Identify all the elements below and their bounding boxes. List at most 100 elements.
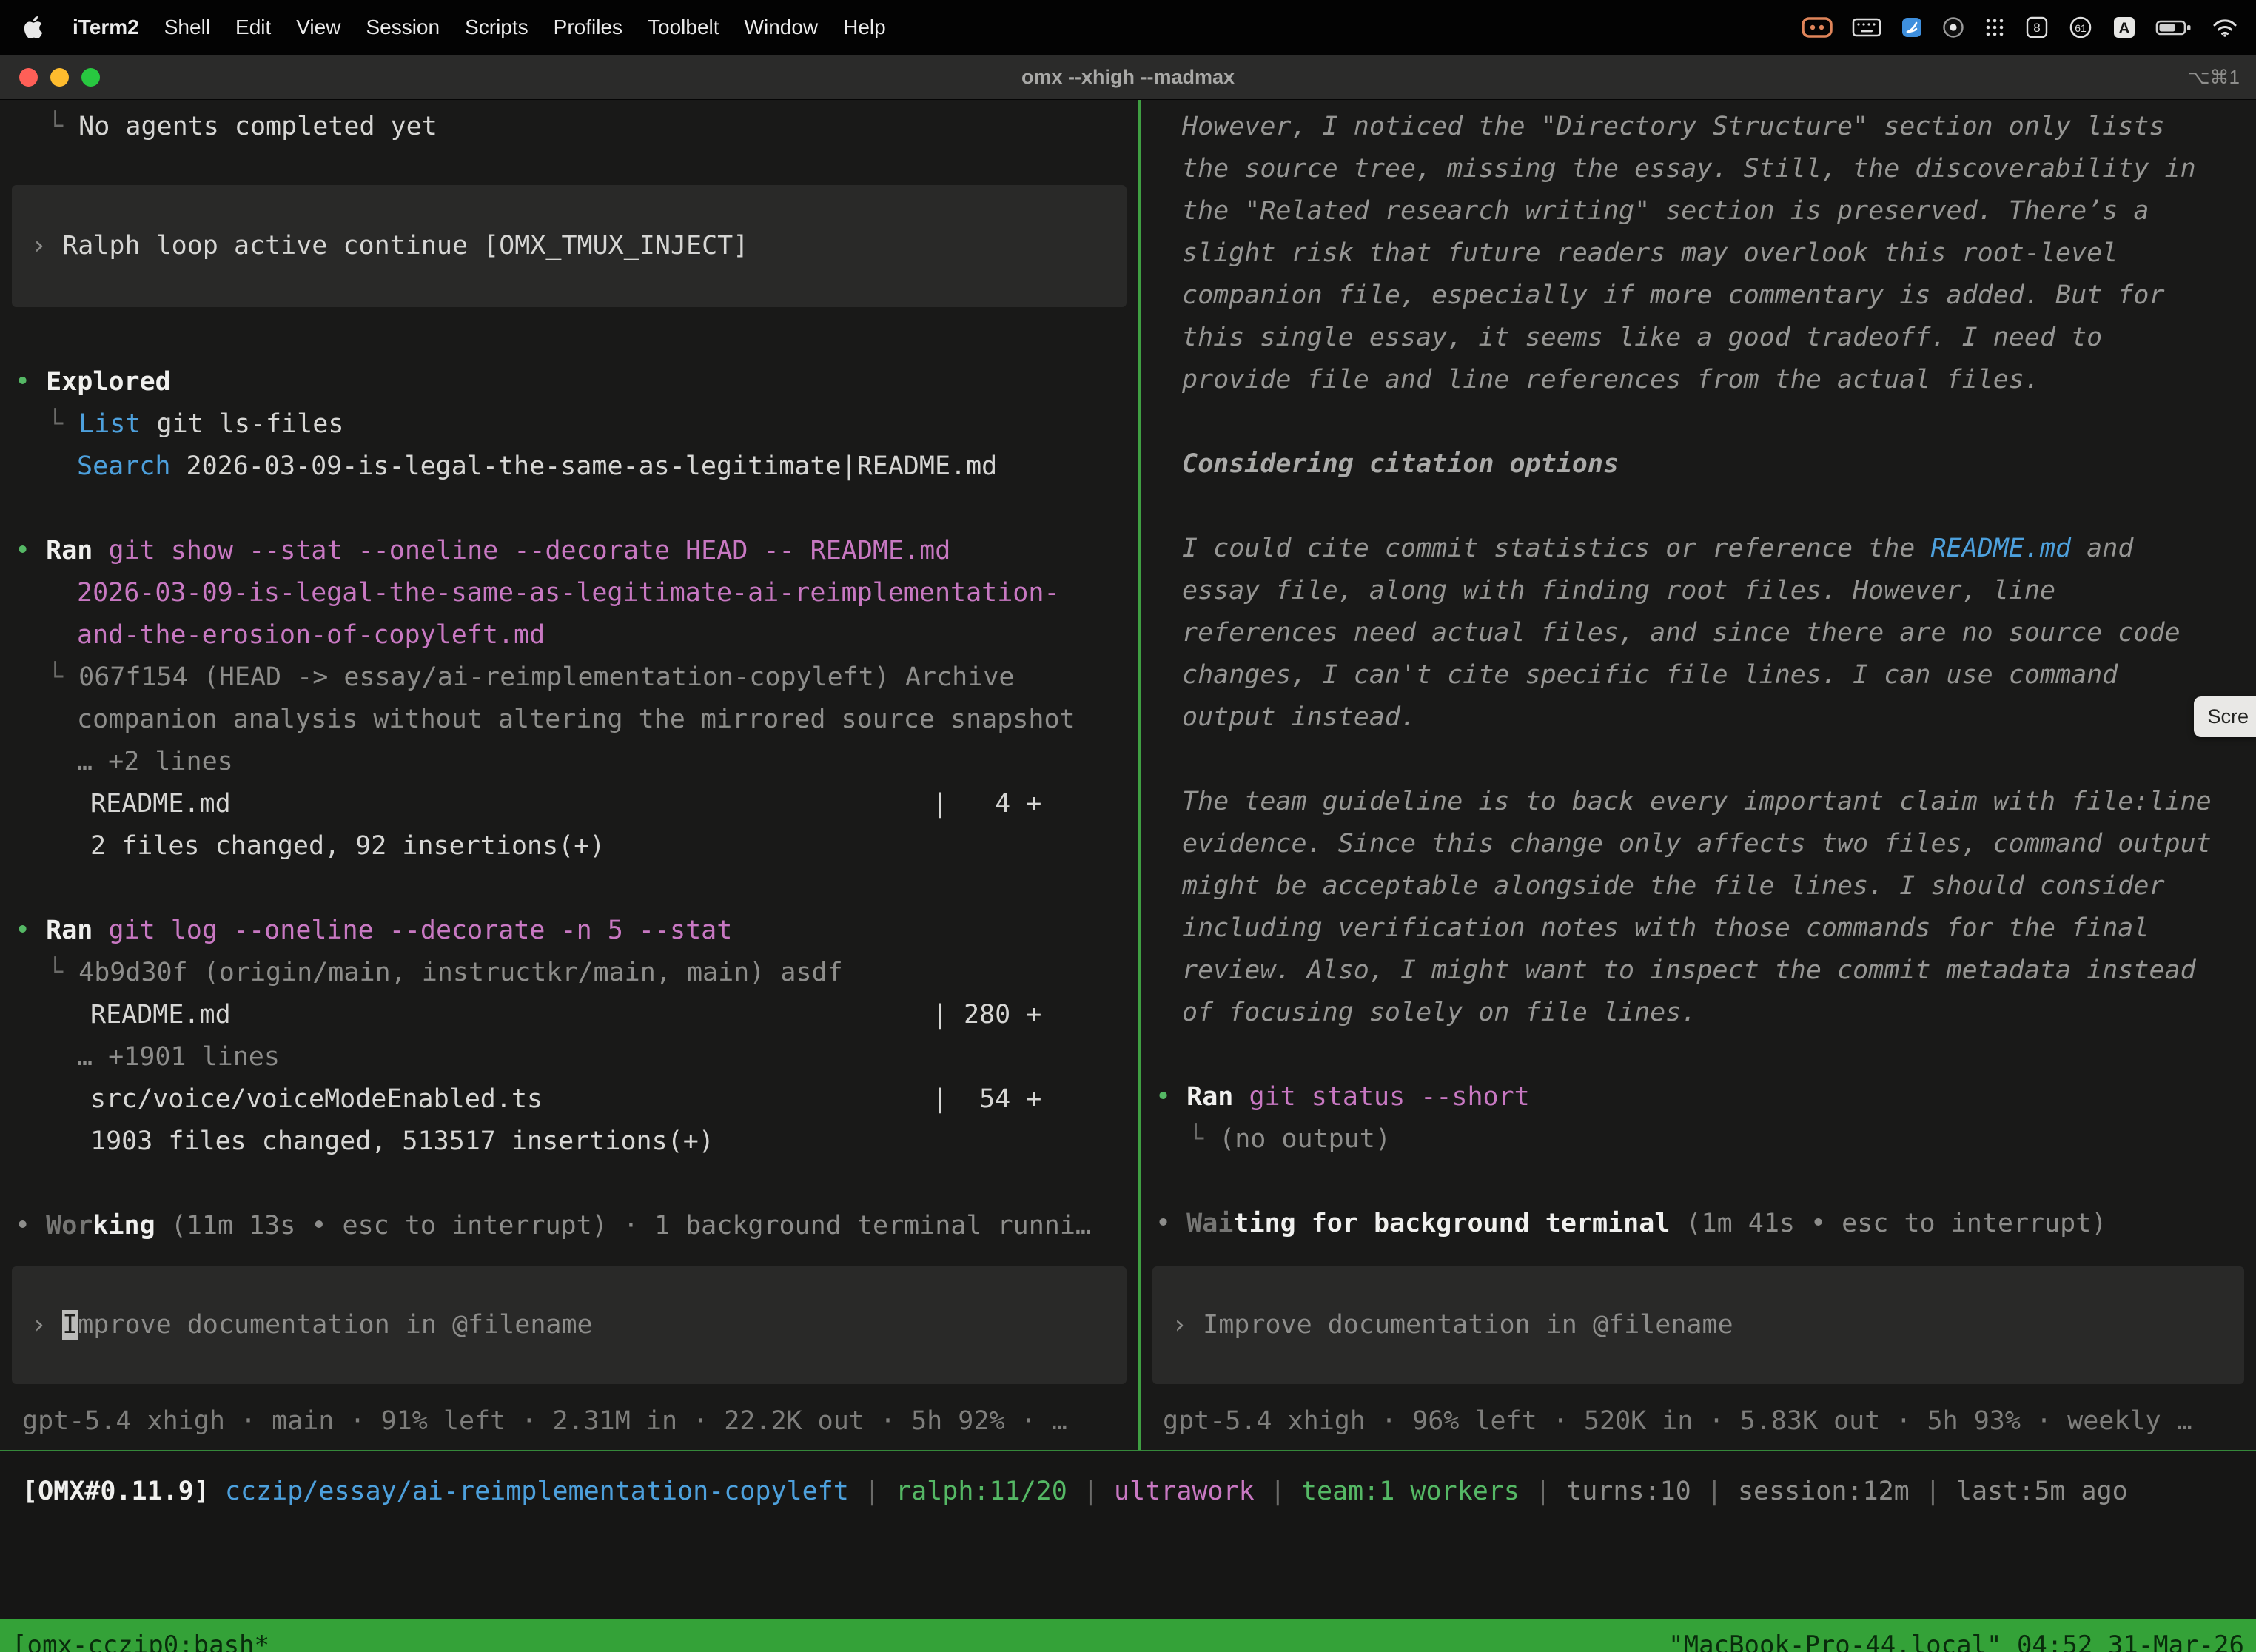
key-8-icon[interactable]: 8 <box>2025 16 2049 39</box>
menu-item-help[interactable]: Help <box>843 16 886 39</box>
text-segment: 2 files changed, 92 insertions(+) <box>90 831 605 861</box>
text-segment: of focusing solely on file lines. <box>1182 998 1696 1027</box>
terminal-line: output instead. <box>1141 696 2256 739</box>
inject-banner: › Ralph loop active continue [OMX_TMUX_I… <box>12 185 1127 307</box>
screen-recording-icon[interactable] <box>1802 16 1833 38</box>
menu-bar: iTerm2 Shell Edit View Session Scripts Profile… <box>0 0 2256 55</box>
text-segment: List <box>78 409 141 439</box>
text-segment: 067f154 (HEAD -> essay/ai-reimplementati… <box>78 662 1014 692</box>
screen-share-popover[interactable]: Scre <box>2194 696 2256 737</box>
terminal-line <box>0 867 1138 910</box>
apps-grid-icon[interactable] <box>1984 16 2006 38</box>
text-segment: output instead. <box>1182 702 1416 732</box>
text-segment: | <box>1255 1477 1301 1506</box>
text-segment: 4b9d30f (origin/main, instructkr/main, m… <box>78 958 843 987</box>
battery-icon[interactable] <box>2155 17 2192 38</box>
text-segment: [OMX#0.11.9] <box>22 1477 225 1506</box>
prompt-input-right[interactable]: › Improve documentation in @filename <box>1152 1266 2244 1384</box>
prompt-input-left[interactable]: › Improve documentation in @filename <box>12 1266 1127 1384</box>
text-segment: 2026-03-09-is-legal-the-same-as-legitima… <box>170 451 997 481</box>
terminal-line: changes, I can't cite specific file line… <box>1141 654 2256 696</box>
menu-item-iterm2[interactable]: iTerm2 <box>73 16 139 39</box>
wifi-icon[interactable] <box>2212 17 2238 38</box>
terminal-line: • Ran git status --short <box>1141 1076 2256 1118</box>
terminal-line: this single essay, it seems like a good … <box>1141 317 2256 359</box>
text-segment: ralph:11/20 <box>896 1477 1067 1506</box>
text-segment: cczip/essay/ai-reimplementation-copyleft <box>225 1477 849 1506</box>
text-segment: ultrawork <box>1114 1477 1255 1506</box>
app-icon-dark[interactable] <box>1942 16 1964 38</box>
menu-item-toolbelt[interactable]: Toolbelt <box>648 16 719 39</box>
menu-bar-left: iTerm2 Shell Edit View Session Scripts Profile… <box>0 16 886 39</box>
text-segment: ting for background terminal <box>1233 1209 1670 1238</box>
menu-item-profiles[interactable]: Profiles <box>554 16 622 39</box>
keyboard-icon[interactable] <box>1852 16 1881 38</box>
text-segment: changes, I can't cite specific file line… <box>1182 660 2118 690</box>
terminal-line: … +1901 lines <box>0 1036 1138 1078</box>
right-pane[interactable]: However, I noticed the "Directory Struct… <box>1141 100 2256 1450</box>
text-segment: team:1 workers <box>1301 1477 1520 1506</box>
svg-text:8: 8 <box>2033 21 2040 35</box>
terminal-line <box>1141 486 2256 528</box>
terminal-line <box>1141 1034 2256 1076</box>
text-segment: (no output) <box>1219 1124 1391 1154</box>
text-segment: src/voice/voiceModeEnabled.ts | 54 + <box>90 1084 1041 1114</box>
text-segment: README.md <box>1930 534 2071 563</box>
text-segment: | <box>1910 1477 1956 1506</box>
menu-item-shell[interactable]: Shell <box>164 16 210 39</box>
tab-shortcut-label: ⌥⌘1 <box>2188 66 2240 89</box>
text-segment: └ <box>47 409 78 439</box>
apple-menu-icon[interactable] <box>22 16 44 38</box>
text-segment: Ran <box>46 916 108 945</box>
terminal-line: • Waiting for background terminal (1m 41… <box>1141 1203 2256 1245</box>
input-source-icon[interactable]: A <box>2112 16 2136 39</box>
svg-text:A: A <box>2118 20 2129 37</box>
text-segment: └ <box>47 112 78 141</box>
text-segment: git ls-files <box>141 409 343 439</box>
terminal-line: might be acceptable alongside the file l… <box>1141 865 2256 907</box>
text-segment: └ <box>47 958 78 987</box>
text-segment: including verification notes with those … <box>1182 913 2149 943</box>
text-segment: the source tree, missing the essay. Stil… <box>1182 154 2196 184</box>
text-segment: companion analysis without altering the … <box>77 705 1075 734</box>
terminal-line <box>0 1163 1138 1205</box>
text-segment: 2026-03-09-is-legal-the-same-as-legitima… <box>77 578 1060 608</box>
terminal-line: 1903 files changed, 513517 insertions(+) <box>0 1121 1138 1163</box>
input-text: Improve documentation in @filename <box>1203 1310 1733 1340</box>
terminal-line: • Working (11m 13s • esc to interrupt) ·… <box>0 1205 1138 1247</box>
text-segment: 1903 files changed, 513517 insertions(+) <box>90 1126 714 1156</box>
terminal-line: The team guideline is to back every impo… <box>1141 781 2256 823</box>
terminal-line: 2 files changed, 92 insertions(+) <box>0 825 1138 867</box>
text-segment: essay file, along with finding root file… <box>1182 576 2055 605</box>
menu-item-view[interactable]: View <box>296 16 340 39</box>
text-segment: • <box>15 536 46 565</box>
terminal-line: README.md | 4 + <box>0 783 1138 825</box>
terminal-line: and-the-erosion-of-copyleft.md <box>0 614 1138 657</box>
terminal-line <box>1141 1161 2256 1203</box>
session-status-right: gpt-5.4 xhigh · 96% left · 520K in · 5.8… <box>1141 1400 2256 1443</box>
text-segment: review. Also, I might want to inspect th… <box>1182 956 2196 985</box>
menu-item-window[interactable]: Window <box>745 16 819 39</box>
terminal-line <box>1141 401 2256 443</box>
text-segment: slight risk that future readers may over… <box>1182 238 2118 268</box>
text-segment: • <box>1155 1082 1186 1112</box>
app-icon-blue[interactable] <box>1901 16 1923 38</box>
terminal-line: 2026-03-09-is-legal-the-same-as-legitima… <box>0 572 1138 614</box>
text-segment: └ <box>1188 1124 1219 1154</box>
screen: iTerm2 Shell Edit View Session Scripts Profile… <box>0 0 2256 1652</box>
menu-items: iTerm2 Shell Edit View Session Scripts Profile… <box>73 16 886 39</box>
terminal-line: • Ran git show --stat --oneline --decora… <box>0 530 1138 572</box>
left-pane[interactable]: └ No agents completed yet › Ralph loop a… <box>0 100 1138 1450</box>
terminal-line: src/voice/voiceModeEnabled.ts | 54 + <box>0 1078 1138 1121</box>
text-segment: turns:10 <box>1566 1477 1691 1506</box>
text-segment: • <box>15 1211 46 1240</box>
text-segment: this single essay, it seems like a good … <box>1182 323 2102 352</box>
menu-item-session[interactable]: Session <box>366 16 440 39</box>
menu-item-edit[interactable]: Edit <box>235 16 271 39</box>
terminal-line: • Ran git log --oneline --decorate -n 5 … <box>0 910 1138 952</box>
menu-item-scripts[interactable]: Scripts <box>465 16 528 39</box>
terminal-line: essay file, along with finding root file… <box>1141 570 2256 612</box>
terminal-line: companion analysis without altering the … <box>0 699 1138 741</box>
text-segment: | <box>1520 1477 1566 1506</box>
gauge-icon[interactable]: 61 <box>2068 15 2093 40</box>
